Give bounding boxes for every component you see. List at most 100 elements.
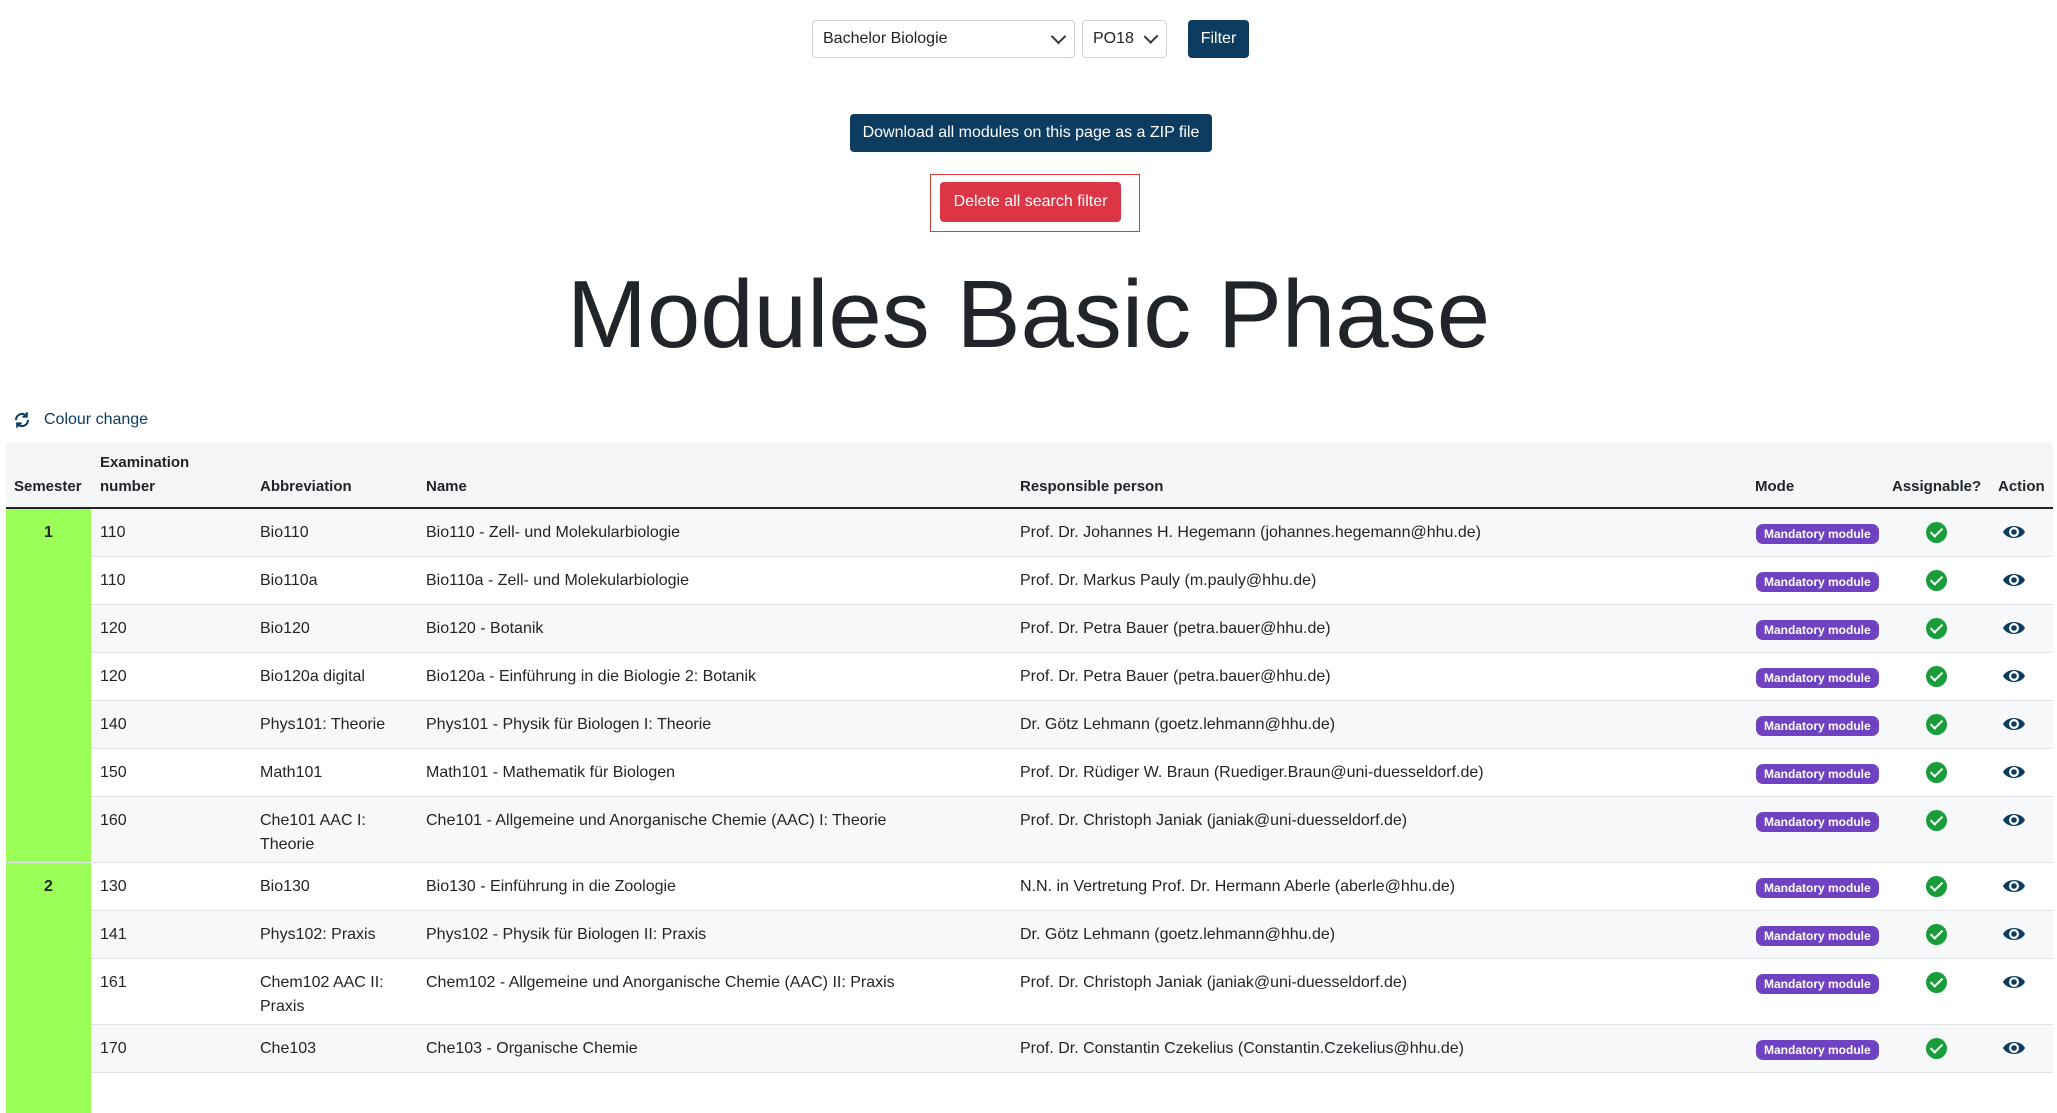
th-exam-line1: Examination (100, 454, 190, 471)
download-zip-button[interactable]: Download all modules on this page as a Z… (850, 114, 1212, 152)
view-module-button[interactable] (2002, 876, 2026, 901)
cell-exam-number: 120 (100, 668, 127, 685)
check-circle-icon (1926, 972, 1947, 993)
cell-exam-number: 170 (100, 1040, 127, 1057)
th-name: Name (426, 478, 467, 495)
check-circle-icon (1926, 522, 1947, 543)
th-semester: Semester (14, 478, 82, 495)
cell-exam-number: 150 (100, 764, 127, 781)
eye-icon (2003, 976, 2025, 988)
th-exam-line2: number (100, 478, 156, 495)
mode-badge: Mandatory module (1756, 716, 1879, 736)
cell-responsible-person: Prof. Dr. Petra Bauer (petra.bauer@hhu.d… (1020, 668, 1331, 685)
cell-semester: 1 (44, 524, 53, 541)
cell-module-name: Che103 - Organische Chemie (426, 1040, 638, 1057)
eye-icon (2003, 880, 2025, 892)
colour-change-link[interactable]: Colour change (12, 405, 148, 435)
cell-exam-number: 110 (100, 572, 126, 589)
cell-abbreviation-line1: Bio130 (260, 878, 310, 895)
th-abbreviation: Abbreviation (260, 478, 352, 495)
table-row: 110 Bio110a Bio110a - Zell- und Molekularb… (6, 557, 2053, 605)
mode-badge: Mandatory module (1756, 572, 1879, 592)
cell-exam-number: 160 (100, 812, 127, 829)
cell-responsible-person: N.N. in Vertretung Prof. Dr. Hermann Abe… (1020, 878, 1456, 895)
cell-exam-number: 120 (100, 620, 127, 637)
cell-module-name: Phys101 - Physik für Biologen I: Theorie (426, 716, 712, 733)
check-circle-icon (1926, 876, 1947, 897)
eye-icon (2003, 718, 2025, 730)
semester-group: 1 (6, 509, 91, 862)
cell-exam-number: 161 (100, 974, 127, 991)
table-row: 170 Che103 Che103 - Organische Chemie Prof.… (6, 1025, 2053, 1073)
check-circle-icon (1926, 1038, 1947, 1059)
cell-abbreviation: Bio110a (260, 569, 318, 593)
view-module-button[interactable] (2002, 1038, 2026, 1063)
th-examination-number: Examination number (100, 451, 189, 499)
cell-module-name: Che101 - Allgemeine und Anorganische Che… (426, 812, 887, 829)
cell-abbreviation: Bio110 (260, 521, 309, 545)
eye-icon (2003, 622, 2025, 634)
cell-abbreviation-line1: Phys101: Theorie (260, 716, 386, 733)
table-row: 110 Bio110 Bio110 - Zell- und Molekularbio… (6, 509, 2053, 557)
cell-module-name: Phys102 - Physik für Biologen II: Praxis (426, 926, 707, 943)
cell-module-name: Chem102 - Allgemeine und Anorganische Ch… (426, 974, 895, 991)
cell-abbreviation: Bio120a digital (260, 665, 365, 689)
chevron-down-icon (1050, 28, 1067, 45)
cell-responsible-person: Dr. Götz Lehmann (goetz.lehmann@hhu.de) (1020, 926, 1336, 943)
chevron-down-icon (1143, 29, 1159, 44)
check-circle-icon (1926, 810, 1947, 831)
cell-abbreviation-line1: Phys102: Praxis (260, 926, 376, 943)
th-action: Action (1998, 478, 2045, 495)
mode-badge: Mandatory module (1756, 668, 1879, 688)
view-module-button[interactable] (2002, 762, 2026, 787)
mode-badge: Mandatory module (1756, 524, 1879, 544)
cell-abbreviation-line1: Math101 (260, 764, 323, 781)
view-module-button[interactable] (2002, 924, 2026, 949)
eye-icon (2003, 766, 2025, 778)
mode-badge: Mandatory module (1756, 620, 1879, 640)
cell-module-name: Math101 - Mathematik für Biologen (426, 764, 676, 781)
cell-exam-number: 110 (100, 524, 126, 541)
cell-abbreviation-line1: Chem102 AAC II: (260, 974, 384, 991)
view-module-button[interactable] (2002, 522, 2026, 547)
check-circle-icon (1926, 570, 1947, 591)
cell-abbreviation: Che103 (260, 1037, 316, 1061)
view-module-button[interactable] (2002, 714, 2026, 739)
view-module-button[interactable] (2002, 666, 2026, 691)
mode-badge: Mandatory module (1756, 878, 1879, 898)
cell-responsible-person: Dr. Götz Lehmann (goetz.lehmann@hhu.de) (1020, 716, 1336, 733)
check-circle-icon (1926, 762, 1947, 783)
cell-responsible-person: Prof. Dr. Christoph Janiak (janiak@uni-d… (1020, 974, 1408, 991)
table-row: 130 Bio130 Bio130 - Einführung in die Zool… (6, 863, 2053, 911)
table-header: Semester Examination number Abbreviation… (6, 442, 2053, 509)
view-module-button[interactable] (2002, 810, 2026, 835)
eye-icon (2003, 814, 2025, 826)
cell-abbreviation: Bio130 (260, 875, 310, 899)
table-body: 110 Bio110 Bio110 - Zell- und Molekularbio… (6, 509, 2053, 1113)
cell-semester: 2 (44, 878, 53, 895)
cell-abbreviation: Chem102 AAC II: Praxis (260, 971, 384, 1019)
cell-module-name: Bio110a - Zell- und Molekularbiologie (426, 572, 689, 589)
view-module-button[interactable] (2002, 570, 2026, 595)
cell-abbreviation: Phys101: Theorie (260, 713, 385, 737)
view-module-button[interactable] (2002, 972, 2026, 997)
modules-table: Semester Examination number Abbreviation… (6, 442, 2053, 1113)
delete-filters-button[interactable]: Delete all search filter (940, 182, 1121, 222)
cell-module-name: Bio110 - Zell- und Molekularbiologie (426, 524, 681, 541)
eye-icon (2003, 1042, 2025, 1054)
view-module-button[interactable] (2002, 618, 2026, 643)
mode-badge: Mandatory module (1756, 926, 1879, 946)
page-title: Modules Basic Phase (566, 261, 1491, 368)
cell-module-name: Bio130 - Einführung in die Zoologie (426, 878, 676, 895)
cell-abbreviation-line1: Bio110 (260, 524, 309, 541)
cell-responsible-person: Prof. Dr. Constantin Czekelius (Constant… (1020, 1040, 1464, 1057)
filter-button[interactable]: Filter (1188, 20, 1249, 58)
eye-icon (2003, 928, 2025, 940)
regulation-select[interactable]: PO18 (1082, 20, 1167, 58)
check-circle-icon (1926, 618, 1947, 639)
cell-abbreviation-line1: Che103 (260, 1040, 317, 1057)
th-responsible-person: Responsible person (1020, 478, 1164, 495)
cell-exam-number: 130 (100, 878, 127, 895)
cell-abbreviation: Che101 AAC I: Theorie (260, 809, 366, 857)
program-select[interactable]: Bachelor Biologie (812, 20, 1075, 58)
